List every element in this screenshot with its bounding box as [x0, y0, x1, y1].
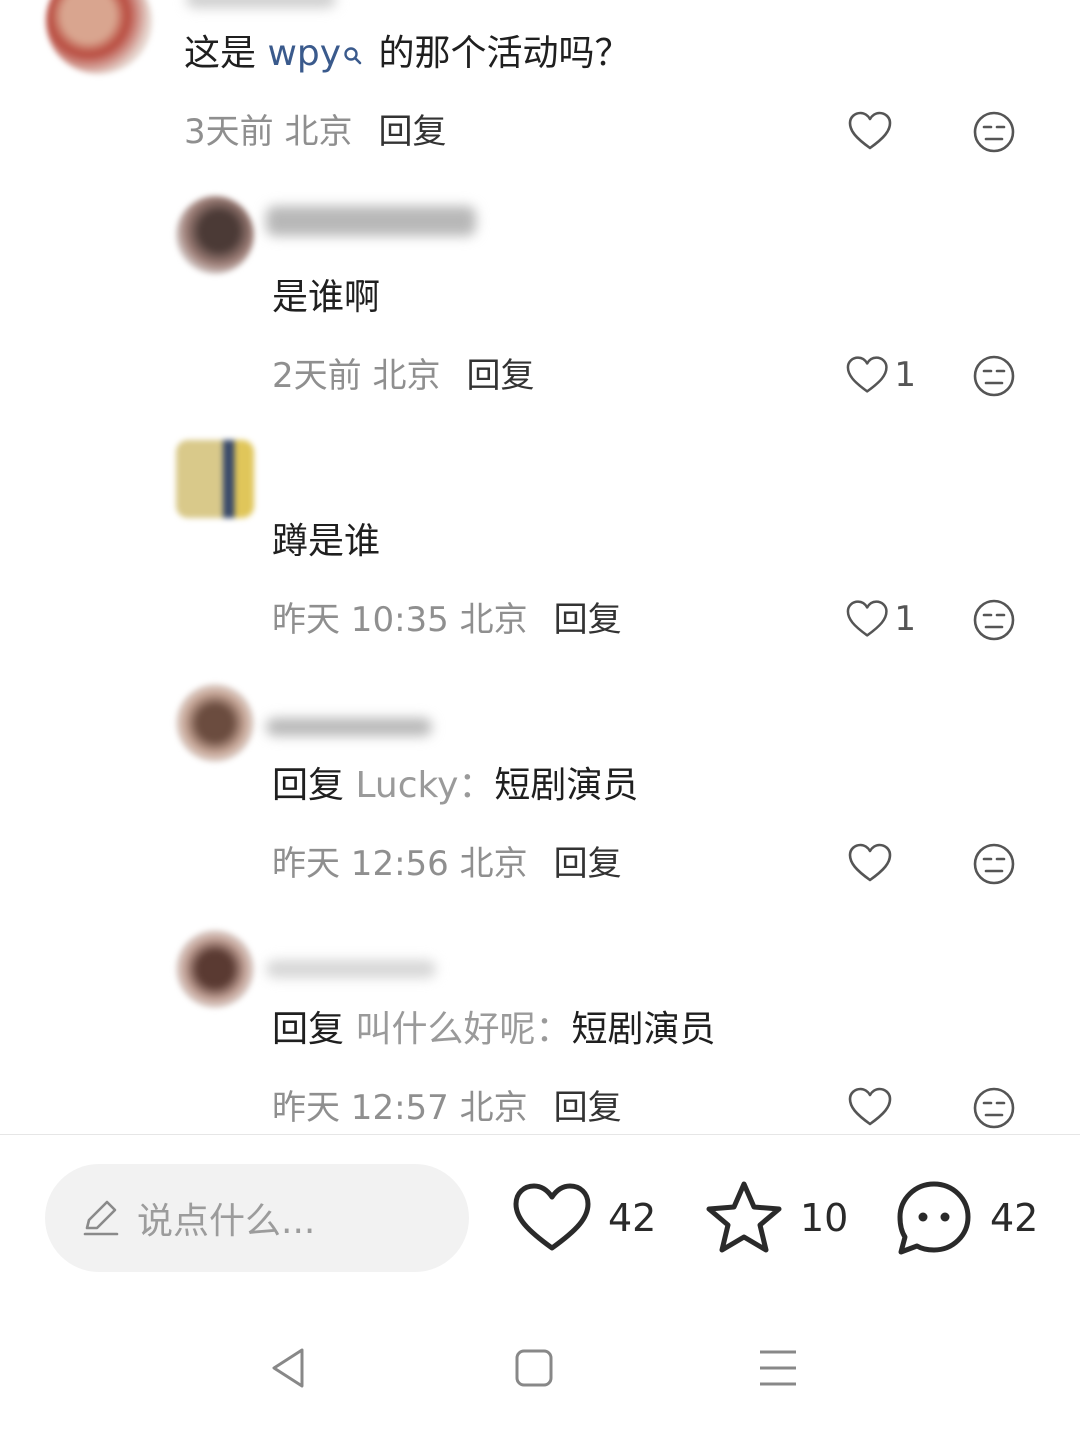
comment-text[interactable]: 蹲是谁 [272, 520, 380, 564]
favorite-button[interactable]: 10 [704, 1178, 848, 1258]
like-count: 1 [894, 599, 916, 639]
avatar[interactable] [176, 440, 254, 518]
colon: ： [535, 1009, 572, 1050]
reply-button[interactable]: 回复 [554, 1088, 622, 1128]
comment-meta: 昨天 12:57 北京 回复 [272, 1088, 622, 1128]
heart-icon [846, 356, 888, 393]
comment-text[interactable]: 是谁啊 [272, 276, 380, 320]
like-button[interactable] [848, 106, 918, 156]
unamused-face-icon [973, 843, 1015, 885]
like-count: 42 [608, 1196, 657, 1240]
colon: ： [458, 765, 495, 806]
avatar[interactable] [176, 684, 254, 762]
dislike-button[interactable] [972, 110, 1016, 154]
like-count: 1 [894, 355, 916, 395]
reply-to-user[interactable]: 叫什么好呢 [355, 1009, 535, 1050]
comment-time: 2天前 [272, 356, 362, 396]
comment-time: 昨天 12:57 [272, 1088, 449, 1128]
divider [0, 1134, 1080, 1135]
like-button[interactable]: 1 [846, 594, 916, 644]
reply-button[interactable]: 回复 [378, 112, 446, 152]
comment-location: 北京 [284, 112, 353, 152]
unamused-face-icon [973, 599, 1015, 641]
input-placeholder: 说点什么... [137, 1201, 316, 1242]
reply-prefix: 回复 [272, 765, 345, 806]
avatar[interactable] [46, 0, 152, 74]
comment-text[interactable]: 回复 Lucky：短剧演员 [272, 764, 638, 808]
comment-location: 北京 [459, 1088, 528, 1128]
comment-button[interactable]: 42 [894, 1178, 1038, 1258]
comment-time: 昨天 12:56 [272, 844, 449, 884]
avatar[interactable] [176, 930, 254, 1008]
heart-icon [848, 1087, 892, 1126]
reply-text: 短剧演员 [494, 765, 639, 806]
heart-icon [513, 1183, 591, 1251]
dislike-button[interactable] [972, 842, 1016, 886]
reply-button[interactable]: 回复 [554, 600, 622, 640]
comment-time: 3天前 [184, 112, 274, 152]
dislike-button[interactable] [972, 354, 1016, 398]
comment-text[interactable]: 这是 wpy 的那个活动吗？ [184, 32, 631, 77]
comment-count: 42 [990, 1196, 1039, 1240]
pencil-icon [79, 1194, 123, 1242]
unamused-face-icon [973, 1087, 1015, 1129]
comment-text[interactable]: 回复 叫什么好呢：短剧演员 [272, 1008, 716, 1052]
comment-meta: 2天前 北京 回复 [272, 356, 534, 396]
comment-input[interactable]: 说点什么... [45, 1164, 469, 1272]
heart-icon [848, 843, 892, 882]
chat-bubble-icon [897, 1181, 971, 1255]
dislike-button[interactable] [972, 1086, 1016, 1130]
like-post-button[interactable]: 42 [512, 1178, 656, 1258]
comment-location: 北京 [459, 600, 528, 640]
unamused-face-icon [973, 111, 1015, 153]
comment-time: 昨天 10:35 [272, 600, 449, 640]
comment-meta: 昨天 12:56 北京 回复 [272, 844, 622, 884]
nav-home-button[interactable] [514, 1346, 554, 1394]
avatar[interactable] [176, 196, 254, 274]
reply-text: 短剧演员 [571, 1009, 716, 1050]
username[interactable] [186, 0, 336, 8]
reply-to-user[interactable]: Lucky [355, 765, 458, 806]
comment-meta: 昨天 10:35 北京 回复 [272, 600, 622, 640]
like-button[interactable] [848, 838, 918, 888]
comment-location: 北京 [459, 844, 528, 884]
dislike-button[interactable] [972, 598, 1016, 642]
like-button[interactable] [848, 1082, 918, 1132]
comment-location: 北京 [372, 356, 441, 396]
unamused-face-icon [973, 355, 1015, 397]
like-button[interactable]: 1 [846, 350, 916, 400]
heart-icon [846, 600, 888, 637]
comment-meta: 3天前 北京 回复 [184, 112, 446, 152]
username[interactable] [266, 960, 436, 978]
username[interactable] [266, 718, 432, 736]
square-home-icon [515, 1349, 553, 1387]
search-icon[interactable] [343, 33, 363, 77]
star-icon [706, 1181, 782, 1253]
reply-prefix: 回复 [272, 1009, 345, 1050]
reply-button[interactable]: 回复 [466, 356, 534, 396]
username[interactable] [266, 206, 476, 236]
triangle-back-icon [272, 1348, 304, 1388]
menu-lines-icon [760, 1350, 796, 1386]
search-link[interactable]: wpy [267, 33, 341, 74]
nav-menu-button[interactable] [758, 1346, 798, 1394]
heart-icon [848, 111, 892, 150]
favorite-count: 10 [800, 1196, 849, 1240]
nav-back-button[interactable] [268, 1346, 308, 1394]
reply-button[interactable]: 回复 [554, 844, 622, 884]
